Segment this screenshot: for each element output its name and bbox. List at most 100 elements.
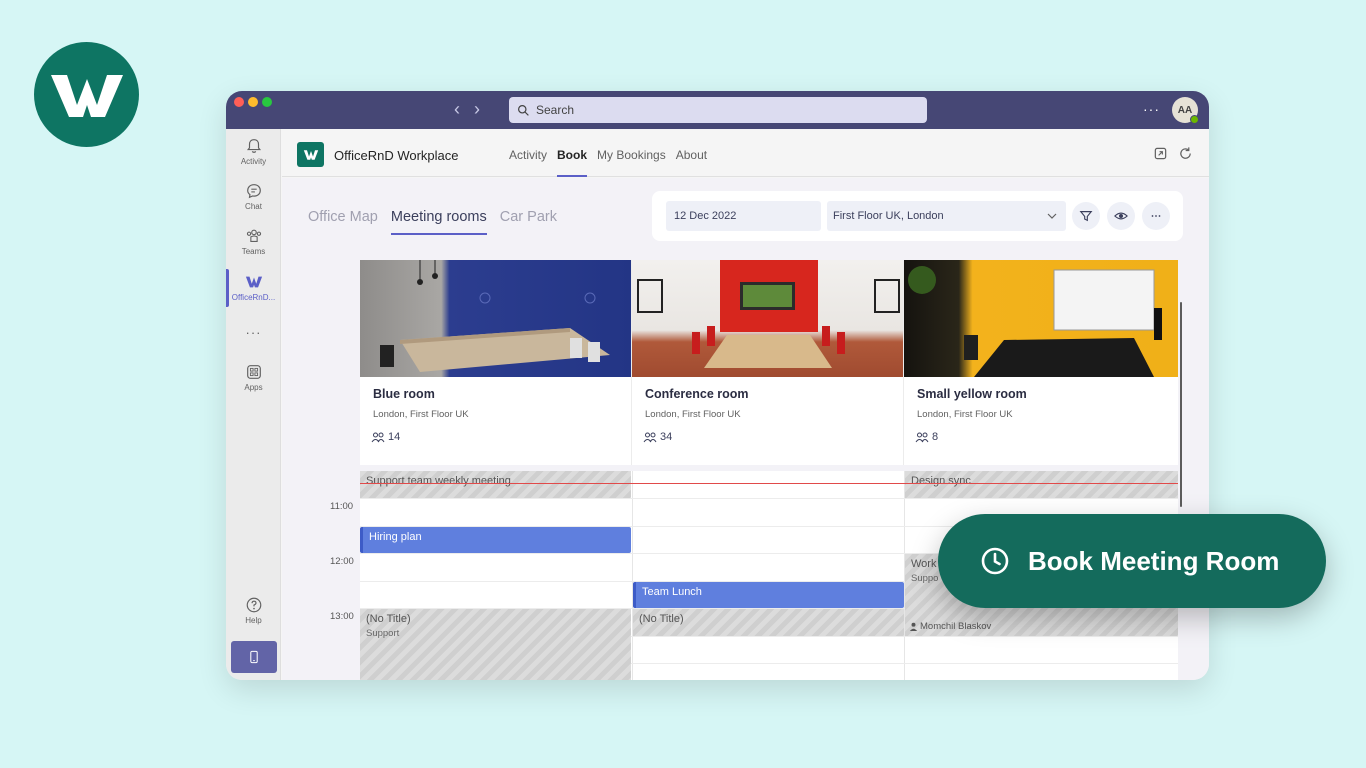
room-photo xyxy=(632,260,903,377)
tab-my-bookings[interactable]: My Bookings xyxy=(597,148,666,162)
room-capacity: 34 xyxy=(643,431,672,443)
rail-label-help: Help xyxy=(245,616,262,625)
close-window-button[interactable] xyxy=(234,97,244,107)
event-no-title-blue[interactable]: (No Title) Support xyxy=(360,609,631,680)
chat-icon xyxy=(246,184,261,199)
event-hiring-plan[interactable]: Hiring plan xyxy=(360,527,631,553)
time-label: 11:00 xyxy=(330,501,354,512)
officernd-icon xyxy=(245,276,262,288)
refresh-icon[interactable] xyxy=(1178,146,1193,161)
event-team-lunch[interactable]: Team Lunch xyxy=(633,582,904,608)
filter-button[interactable] xyxy=(1072,202,1100,230)
tab-book[interactable]: Book xyxy=(557,148,588,177)
w-logo-icon xyxy=(303,149,318,160)
bell-icon xyxy=(246,139,261,153)
app-rail: Activity Chat Teams OfficeRnD... ··· App… xyxy=(226,129,281,680)
tab-meeting-rooms[interactable]: Meeting rooms xyxy=(390,209,487,235)
search-icon xyxy=(518,104,529,116)
room-location: London, First Floor UK xyxy=(645,409,741,420)
people-icon xyxy=(371,432,385,442)
tab-activity[interactable]: Activity xyxy=(509,148,547,162)
avatar-initials: AA xyxy=(1177,104,1193,116)
back-arrow-icon[interactable]: ‹ xyxy=(454,100,460,118)
title-bar: ‹ › Search ··· AA xyxy=(226,91,1209,129)
time-label: 12:00 xyxy=(330,556,354,567)
rail-item-chat[interactable]: Chat xyxy=(226,182,281,211)
app-tabs: Activity Book My Bookings About xyxy=(509,148,707,177)
event-support-weekly[interactable]: Support team weekly meeting xyxy=(360,471,631,498)
event-subtitle: Support xyxy=(366,628,400,639)
rail-item-more[interactable]: ··· xyxy=(226,325,281,340)
apps-icon xyxy=(246,365,261,379)
date-picker[interactable]: 12 Dec 2022 xyxy=(666,201,821,231)
event-title: Hiring plan xyxy=(369,531,422,543)
cta-label: Book Meeting Room xyxy=(1028,545,1280,576)
rail-item-help[interactable]: Help xyxy=(226,596,281,625)
tab-car-park[interactable]: Car Park xyxy=(500,209,557,225)
avatar[interactable]: AA xyxy=(1172,97,1199,124)
minimize-window-button[interactable] xyxy=(248,97,258,107)
room-location: London, First Floor UK xyxy=(373,409,469,420)
person-icon xyxy=(909,622,918,631)
mobile-download-button[interactable] xyxy=(231,641,277,673)
event-no-title-conference[interactable]: (No Title) xyxy=(633,609,904,636)
book-meeting-room-button[interactable]: Book Meeting Room xyxy=(938,514,1326,608)
view-tabs: Office Map Meeting rooms Car Park xyxy=(308,209,557,235)
event-design-sync[interactable]: Design sync xyxy=(905,471,1178,498)
more-horizontal-icon xyxy=(1151,215,1161,217)
officernd-brand-logo xyxy=(34,42,139,147)
maximize-window-button[interactable] xyxy=(262,97,272,107)
eye-icon xyxy=(1114,212,1128,220)
tab-office-map[interactable]: Office Map xyxy=(308,209,378,225)
app-name: OfficeRnD Workplace xyxy=(334,148,459,163)
filter-bar: 12 Dec 2022 First Floor UK, London xyxy=(652,191,1183,241)
event-title: Team Lunch xyxy=(642,586,702,598)
rail-item-apps[interactable]: Apps xyxy=(226,363,281,392)
event-title: Support team weekly meeting xyxy=(366,475,511,487)
view-toggle-button[interactable] xyxy=(1107,202,1135,230)
location-value: First Floor UK, London xyxy=(833,210,944,222)
host-name: Momchil Blaskov xyxy=(920,621,992,632)
people-icon xyxy=(643,432,657,442)
rail-label-chat: Chat xyxy=(245,202,262,211)
event-title: (No Title) xyxy=(639,613,684,625)
settings-more-button[interactable]: ··· xyxy=(1143,101,1160,117)
more-options-button[interactable] xyxy=(1142,202,1170,230)
search-input[interactable]: Search xyxy=(509,97,927,123)
app-header: OfficeRnD Workplace Activity Book My Boo… xyxy=(282,129,1209,177)
forward-arrow-icon[interactable]: › xyxy=(474,100,480,118)
rail-label-activity: Activity xyxy=(240,157,267,166)
history-nav: ‹ › xyxy=(454,100,480,118)
clock-icon xyxy=(981,547,1009,575)
rail-item-officernd[interactable]: OfficeRnD... xyxy=(226,269,281,307)
people-icon xyxy=(915,432,929,442)
room-card-blue[interactable]: Blue room London, First Floor UK 14 xyxy=(360,260,632,465)
filter-icon xyxy=(1079,211,1093,222)
officernd-app-icon xyxy=(297,142,324,167)
rail-item-teams[interactable]: Teams xyxy=(226,227,281,256)
room-card-conference[interactable]: Conference room London, First Floor UK 3… xyxy=(632,260,904,465)
presence-badge xyxy=(1190,115,1199,124)
header-actions xyxy=(1153,146,1193,161)
room-location: London, First Floor UK xyxy=(917,409,1013,420)
w-logo-icon xyxy=(50,74,123,117)
time-label: 13:00 xyxy=(330,611,354,622)
current-time-indicator xyxy=(360,483,1178,484)
rail-label-apps: Apps xyxy=(244,383,263,392)
tab-about[interactable]: About xyxy=(676,148,707,162)
capacity-value: 14 xyxy=(388,431,401,443)
popout-icon[interactable] xyxy=(1153,146,1168,161)
search-placeholder: Search xyxy=(536,103,575,117)
room-photo xyxy=(904,260,1178,377)
rail-label-officernd: OfficeRnD... xyxy=(231,293,276,302)
location-select[interactable]: First Floor UK, London xyxy=(827,201,1066,231)
room-card-small-yellow[interactable]: Small yellow room London, First Floor UK… xyxy=(904,260,1178,465)
rail-item-activity[interactable]: Activity xyxy=(226,137,281,166)
capacity-value: 34 xyxy=(660,431,673,443)
room-cards: Blue room London, First Floor UK 14 Conf… xyxy=(360,260,1178,465)
room-capacity: 14 xyxy=(371,431,400,443)
scrollbar[interactable] xyxy=(1180,302,1182,507)
event-title: (No Title) xyxy=(366,613,411,625)
event-host: Momchil Blaskov xyxy=(909,621,991,632)
help-icon xyxy=(246,597,261,613)
